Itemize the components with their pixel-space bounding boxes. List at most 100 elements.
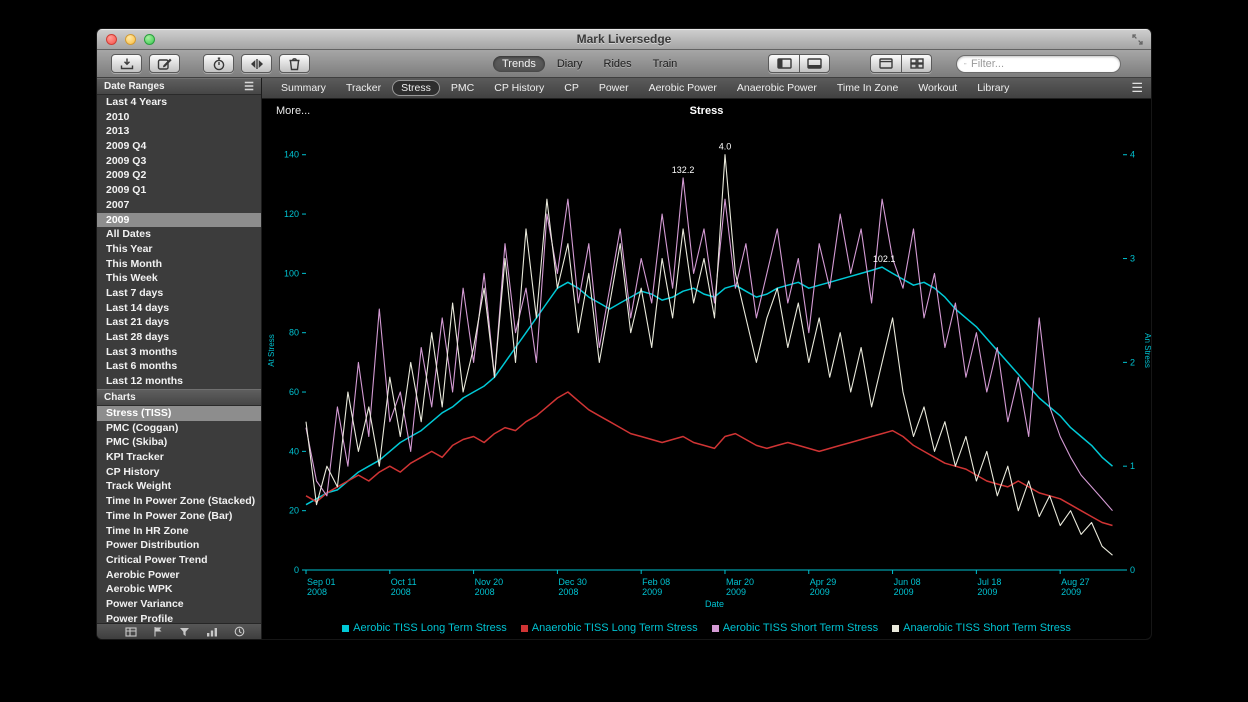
download-button[interactable] xyxy=(111,54,142,73)
date-range-item-last-3-months[interactable]: Last 3 months xyxy=(97,345,261,360)
svg-text:60: 60 xyxy=(289,387,299,397)
clock-icon[interactable] xyxy=(234,626,245,637)
svg-text:At Stress: At Stress xyxy=(267,334,276,366)
date-range-item-last-14-days[interactable]: Last 14 days xyxy=(97,301,261,316)
tab-power[interactable]: Power xyxy=(590,80,638,96)
close-button[interactable] xyxy=(106,34,117,45)
chart-list-item-aerobic-power[interactable]: Aerobic Power xyxy=(97,568,261,583)
tab-anaerobic-power[interactable]: Anaerobic Power xyxy=(728,80,826,96)
toggle-lowbar-button[interactable] xyxy=(799,54,830,73)
date-range-item-this-year[interactable]: This Year xyxy=(97,242,261,257)
bar-chart-icon[interactable] xyxy=(206,627,218,637)
tab-time-in-zone[interactable]: Time In Zone xyxy=(828,80,907,96)
legend-item-anaerobic-tiss-long-term-stress: Anaerobic TISS Long Term Stress xyxy=(521,622,698,634)
date-range-item-last-4-years[interactable]: Last 4 Years xyxy=(97,95,261,110)
chart-list-item-time-in-hr-zone[interactable]: Time In HR Zone xyxy=(97,524,261,539)
minimize-button[interactable] xyxy=(125,34,136,45)
view-tab-trends[interactable]: Trends xyxy=(493,56,545,72)
chart-list-item-pmc-skiba[interactable]: PMC (Skiba) xyxy=(97,435,261,450)
tiled-view-button[interactable] xyxy=(901,54,932,73)
compose-icon xyxy=(157,57,173,71)
date-range-item-last-28-days[interactable]: Last 28 days xyxy=(97,330,261,345)
date-range-item-this-month[interactable]: This Month xyxy=(97,257,261,272)
toggle-sidebar-button[interactable] xyxy=(768,54,799,73)
charts-header[interactable]: Charts xyxy=(97,389,261,406)
tab-cp[interactable]: CP xyxy=(555,80,588,96)
tab-summary[interactable]: Summary xyxy=(272,80,335,96)
svg-text:Dec 30: Dec 30 xyxy=(558,577,587,587)
svg-text:100: 100 xyxy=(284,268,299,278)
main-panel: SummaryTrackerStressPMCCP HistoryCPPower… xyxy=(262,78,1151,639)
chart-list-item-power-variance[interactable]: Power Variance xyxy=(97,597,261,612)
date-range-item-last-21-days[interactable]: Last 21 days xyxy=(97,315,261,330)
stress-chart: Sep 012008Oct 112008Nov 202008Dec 302008… xyxy=(262,121,1152,616)
tab-library[interactable]: Library xyxy=(968,80,1018,96)
date-range-item-2009-q4[interactable]: 2009 Q4 xyxy=(97,139,261,154)
tab-cp-history[interactable]: CP History xyxy=(485,80,553,96)
svg-text:2: 2 xyxy=(1130,357,1135,367)
svg-text:80: 80 xyxy=(289,328,299,338)
zoom-button[interactable] xyxy=(144,34,155,45)
legend-item-aerobic-tiss-short-term-stress: Aerobic TISS Short Term Stress xyxy=(712,622,878,634)
intervals-button[interactable] xyxy=(241,54,272,73)
svg-text:0: 0 xyxy=(1130,565,1135,575)
svg-text:102.1: 102.1 xyxy=(873,254,896,264)
date-range-item-last-6-months[interactable]: Last 6 months xyxy=(97,359,261,374)
view-tab-train[interactable]: Train xyxy=(644,56,687,72)
view-tab-rides[interactable]: Rides xyxy=(595,56,641,72)
filter-field[interactable] xyxy=(956,55,1121,73)
intervals-icon xyxy=(249,58,265,70)
flag-icon[interactable] xyxy=(153,626,163,637)
chart-list-item-power-distribution[interactable]: Power Distribution xyxy=(97,538,261,553)
chart-legend: Aerobic TISS Long Term StressAnaerobic T… xyxy=(262,622,1151,634)
tabbed-view-button[interactable] xyxy=(870,54,901,73)
filter-input[interactable] xyxy=(971,58,1113,70)
chart-list-item-track-weight[interactable]: Track Weight xyxy=(97,479,261,494)
date-range-item-2007[interactable]: 2007 xyxy=(97,198,261,213)
date-range-item-2009-q2[interactable]: 2009 Q2 xyxy=(97,168,261,183)
tiled-view-icon xyxy=(910,58,924,69)
date-range-item-2009-q1[interactable]: 2009 Q1 xyxy=(97,183,261,198)
svg-text:Mar 20: Mar 20 xyxy=(726,577,754,587)
chart-list-item-aerobic-wpk[interactable]: Aerobic WPK xyxy=(97,582,261,597)
date-range-item-2009-q3[interactable]: 2009 Q3 xyxy=(97,154,261,169)
tab-workout[interactable]: Workout xyxy=(909,80,966,96)
compose-button[interactable] xyxy=(149,54,180,73)
date-range-item-last-12-months[interactable]: Last 12 months xyxy=(97,374,261,389)
tab-pmc[interactable]: PMC xyxy=(442,80,483,96)
svg-text:2009: 2009 xyxy=(977,587,997,597)
legend-swatch xyxy=(342,625,349,632)
delete-button[interactable] xyxy=(279,54,310,73)
chart-list-item-critical-power-trend[interactable]: Critical Power Trend xyxy=(97,553,261,568)
date-range-item-2013[interactable]: 2013 xyxy=(97,124,261,139)
legend-swatch xyxy=(892,625,899,632)
date-range-item-2009[interactable]: 2009 xyxy=(97,213,261,228)
chart-list-item-cp-history[interactable]: CP History xyxy=(97,465,261,480)
date-ranges-menu-icon[interactable]: ☰ xyxy=(244,80,254,93)
tab-stress[interactable]: Stress xyxy=(392,80,440,96)
app-window: Mark Liversedge xyxy=(96,28,1152,640)
tab-aerobic-power[interactable]: Aerobic Power xyxy=(640,80,726,96)
chart-list-item-pmc-coggan[interactable]: PMC (Coggan) xyxy=(97,421,261,436)
tab-tracker[interactable]: Tracker xyxy=(337,80,390,96)
stopwatch-button[interactable] xyxy=(203,54,234,73)
table-icon[interactable] xyxy=(125,627,137,637)
chart-list-item-stress-tiss[interactable]: Stress (TISS) xyxy=(97,406,261,421)
chart-list-item-time-in-power-zone-bar[interactable]: Time In Power Zone (Bar) xyxy=(97,509,261,524)
fullscreen-icon[interactable] xyxy=(1132,34,1143,45)
svg-text:Aug 27: Aug 27 xyxy=(1061,577,1090,587)
date-ranges-header[interactable]: Date Ranges ☰ xyxy=(97,78,261,95)
title-bar[interactable]: Mark Liversedge xyxy=(97,29,1151,50)
svg-text:4: 4 xyxy=(1130,150,1135,160)
date-range-item-last-7-days[interactable]: Last 7 days xyxy=(97,286,261,301)
date-range-item-all-dates[interactable]: All Dates xyxy=(97,227,261,242)
date-range-item-this-week[interactable]: This Week xyxy=(97,271,261,286)
chart-list-item-kpi-tracker[interactable]: KPI Tracker xyxy=(97,450,261,465)
funnel-icon[interactable] xyxy=(179,627,190,637)
view-tab-diary[interactable]: Diary xyxy=(548,56,592,72)
chart-list-item-time-in-power-zone-stacked[interactable]: Time In Power Zone (Stacked) xyxy=(97,494,261,509)
svg-text:Nov 20: Nov 20 xyxy=(475,577,504,587)
tabbar-menu-icon[interactable]: ☰ xyxy=(1131,80,1143,96)
date-range-item-2010[interactable]: 2010 xyxy=(97,110,261,125)
legend-label: Aerobic TISS Short Term Stress xyxy=(723,622,878,634)
